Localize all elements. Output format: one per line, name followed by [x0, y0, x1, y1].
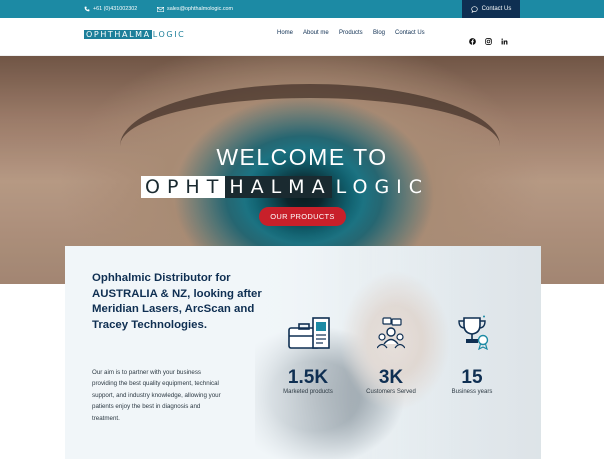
hero-brand-tail: LOGIC [335, 176, 430, 198]
hero-brand-logo: OPHT HALMA LOGIC [141, 176, 429, 198]
nav-products[interactable]: Products [339, 30, 363, 36]
phone-contact[interactable]: +61 (0)431002302 [84, 0, 137, 18]
nav-about-me[interactable]: About me [303, 30, 329, 36]
stat-customers-value: 3K [378, 367, 404, 388]
about-headline: Ophhalmic Distributor for AUSTRALIA & NZ… [92, 272, 262, 331]
email-address: sales@ophthalmologic.com [167, 6, 233, 12]
linkedin-icon[interactable] [501, 32, 508, 50]
facebook-icon[interactable] [469, 32, 476, 50]
stat-customers-label: Customers Served [366, 389, 416, 395]
our-products-button[interactable]: OUR PRODUCTS [259, 207, 346, 226]
hero-brand-dark: HALMA [225, 176, 332, 198]
about-card: Ophhalmic Distributor for AUSTRALIA & NZ… [65, 246, 541, 459]
customers-icon [376, 316, 406, 355]
instagram-icon[interactable] [485, 32, 492, 50]
logo-light-part: LOGIC [152, 30, 186, 39]
phone-number: +61 (0)431002302 [93, 6, 138, 12]
hero-welcome-text: WELCOME TO [216, 144, 388, 170]
contact-us-button[interactable]: Contact Us [462, 0, 520, 18]
stat-products-value: 1.5K [287, 367, 329, 388]
email-contact[interactable]: sales@ophthalmologic.com [157, 0, 233, 18]
stat-products-label: Marketed products [283, 389, 333, 395]
briefcase-docs-icon [287, 316, 333, 357]
about-paragraph: Our aim is to partner with your business… [92, 369, 221, 422]
hero-brand-white: OPHT [141, 176, 226, 198]
mail-icon [157, 6, 164, 12]
chat-icon [471, 5, 478, 13]
stat-years-value: 15 [461, 367, 483, 388]
contact-us-label: Contact Us [481, 6, 512, 12]
nav-home[interactable]: Home [277, 30, 293, 36]
top-bar: +61 (0)431002302 sales@ophthalmologic.co… [0, 0, 604, 18]
trophy-icon [455, 314, 491, 355]
nav-contact-us[interactable]: Contact Us [395, 30, 425, 36]
stat-years-label: Business years [451, 389, 493, 395]
phone-icon [84, 6, 90, 12]
site-header: OPHTHALMA LOGIC [0, 18, 604, 56]
nav-blog[interactable]: Blog [373, 30, 385, 36]
site-logo[interactable]: OPHTHALMA LOGIC [84, 30, 185, 39]
logo-dark-part: OPHTHALMA [84, 30, 152, 39]
